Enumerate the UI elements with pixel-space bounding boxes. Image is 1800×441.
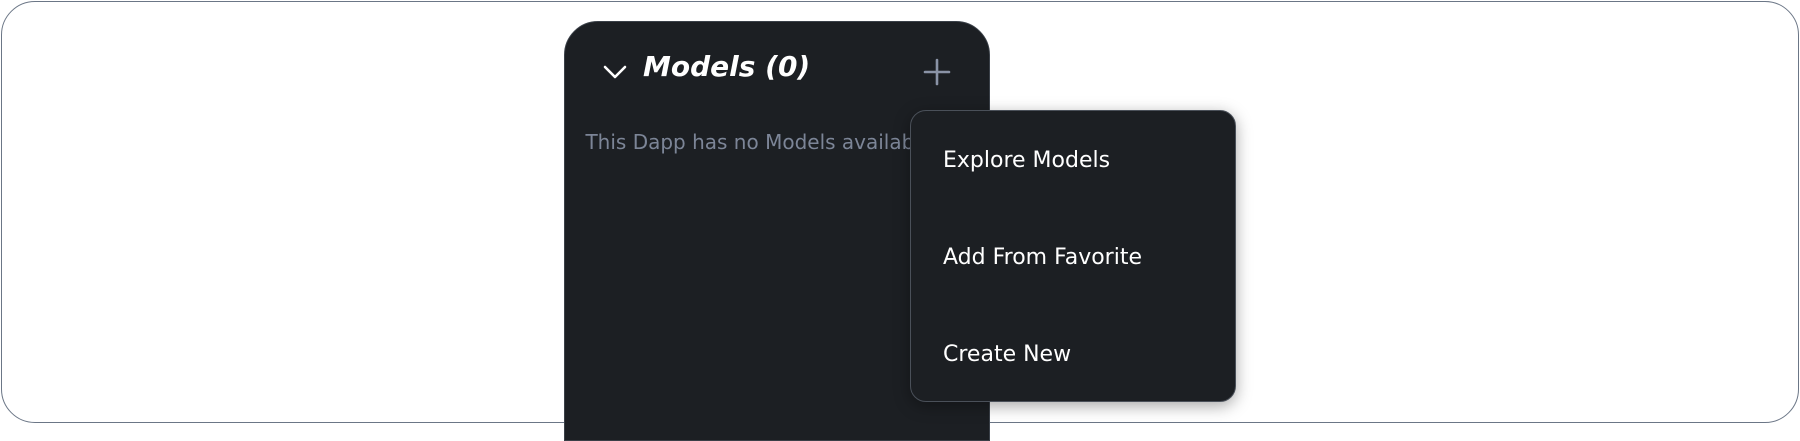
menu-item-explore-models[interactable]: Explore Models	[943, 141, 1110, 181]
chevron-down-icon[interactable]	[603, 64, 627, 80]
models-panel-title: Models (0)	[643, 50, 811, 83]
menu-item-add-from-favorite[interactable]: Add From Favorite	[943, 238, 1142, 278]
models-panel-header: Models (0)	[565, 22, 989, 112]
add-model-dropdown-menu: Explore Models Add From Favorite Create …	[910, 110, 1236, 402]
plus-icon[interactable]	[923, 58, 951, 86]
menu-item-create-new[interactable]: Create New	[943, 335, 1071, 375]
